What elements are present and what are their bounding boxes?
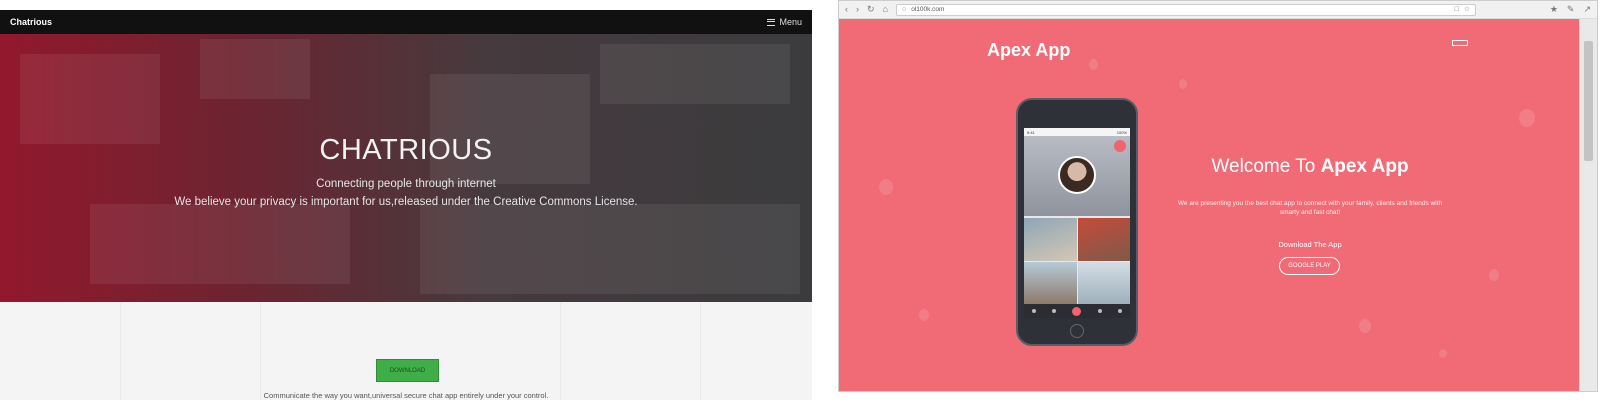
photo-grid: [1024, 218, 1130, 304]
status-battery: 100%: [1116, 129, 1127, 135]
download-section: DOWNLOAD Communicate the way you want,un…: [0, 302, 812, 400]
brand-logo[interactable]: Chatrious: [10, 17, 52, 27]
record-icon: [1072, 306, 1082, 316]
hero-subtitle: Connecting people through internet: [316, 178, 496, 190]
apex-browser-window: ‹ › ↻ ⌂ ○ ol100k.com □ ☆ ★ ✎ ↗ Apex App …: [838, 0, 1598, 392]
hero-description: We believe your privacy is important for…: [174, 196, 638, 208]
reload-icon[interactable]: ↻: [867, 5, 875, 14]
photo-thumb: [1024, 218, 1077, 261]
browser-toolbar: ‹ › ↻ ⌂ ○ ol100k.com □ ☆ ★ ✎ ↗: [839, 1, 1597, 19]
profile-tab-icon: [1032, 309, 1037, 313]
top-navbar: Chatrious Menu: [0, 10, 812, 34]
forward-icon[interactable]: ›: [856, 5, 859, 14]
welcome-app-name: Apex App: [1320, 156, 1409, 177]
share-icon[interactable]: ↗: [1583, 5, 1591, 14]
edit-icon: [1114, 140, 1126, 152]
phone-tab-bar: [1024, 304, 1130, 318]
pen-icon[interactable]: ✎: [1567, 5, 1575, 14]
status-time: 9:41: [1027, 129, 1035, 135]
download-button[interactable]: DOWNLOAD: [376, 359, 439, 382]
menu-button[interactable]: Menu: [767, 17, 802, 27]
chat-tab-icon: [1052, 309, 1057, 313]
back-icon[interactable]: ‹: [845, 5, 848, 14]
menu-toggle-button[interactable]: [1452, 40, 1468, 46]
favorites-icon[interactable]: ★: [1550, 5, 1558, 14]
apex-logo[interactable]: Apex App: [987, 40, 1070, 61]
photo-thumb: [1077, 218, 1130, 261]
home-icon[interactable]: ⌂: [883, 5, 888, 14]
notification-tab-icon: [1117, 309, 1122, 313]
settings-tab-icon: [1097, 309, 1102, 313]
google-play-button[interactable]: GOOGLE PLAY: [1279, 257, 1340, 275]
page: Chatrious Menu CHATRIOUS Connecting peop…: [0, 0, 1600, 403]
chatrious-screenshot: Chatrious Menu CHATRIOUS Connecting peop…: [0, 10, 812, 400]
app-description: We are presenting you the best chat app …: [1177, 200, 1443, 216]
avatar: [1058, 156, 1096, 194]
page-icon: ○: [901, 6, 907, 13]
star-icon[interactable]: ☆: [1464, 6, 1470, 13]
url-text: ol100k.com: [911, 6, 945, 13]
apex-landing-page: Apex App 9:41 100% Welcome To Apex App W…: [839, 19, 1579, 391]
bookmark-icon[interactable]: □: [1454, 6, 1458, 13]
photo-thumb: [1024, 261, 1077, 304]
menu-label: Menu: [779, 17, 802, 27]
address-bar[interactable]: ○ ol100k.com □ ☆: [895, 3, 1476, 16]
tagline: Communicate the way you want,universal s…: [263, 391, 549, 400]
photo-thumb: [1077, 261, 1130, 304]
hero-section: CHATRIOUS Connecting people through inte…: [0, 34, 812, 302]
phone-status-bar: 9:41 100%: [1024, 128, 1130, 136]
welcome-prefix: Welcome To: [1211, 156, 1321, 177]
phone-screen: 9:41 100%: [1024, 128, 1130, 318]
profile-card: [1024, 136, 1130, 216]
hero-title: CHATRIOUS: [319, 134, 493, 166]
scrollbar[interactable]: [1579, 19, 1597, 391]
hamburger-icon: [767, 18, 776, 26]
scrollbar-thumb[interactable]: [1584, 41, 1593, 161]
phone-mockup: 9:41 100%: [1016, 98, 1138, 346]
welcome-heading: Welcome To Apex App: [1169, 156, 1451, 178]
download-label: Download The App: [1278, 240, 1342, 249]
home-button: [1070, 324, 1084, 338]
